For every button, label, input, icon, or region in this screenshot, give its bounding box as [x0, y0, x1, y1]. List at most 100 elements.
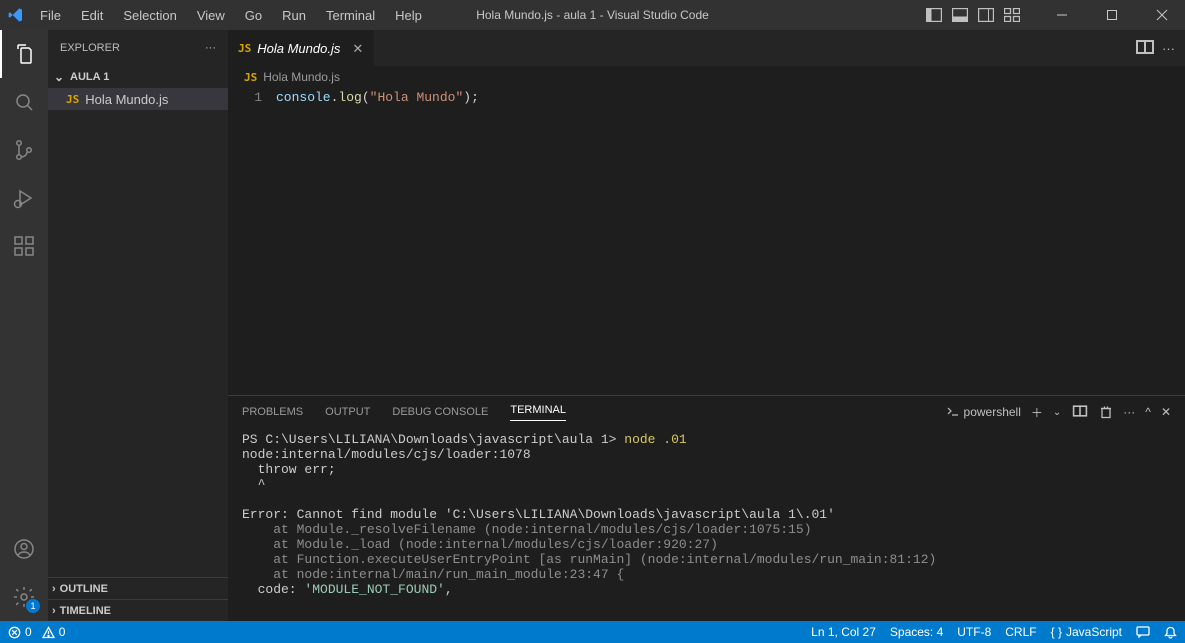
terminal-line: at Module._load (node:internal/modules/c…: [242, 537, 718, 552]
activity-settings[interactable]: 1: [0, 573, 48, 621]
terminal-code-tail: ,: [445, 582, 453, 597]
terminal-line: throw err;: [242, 462, 336, 477]
window-minimize-button[interactable]: [1039, 0, 1085, 30]
status-errors[interactable]: 0 0: [8, 625, 65, 639]
outline-label: OUTLINE: [60, 583, 108, 595]
menu-selection[interactable]: Selection: [115, 4, 184, 27]
panel-close-icon[interactable]: ✕: [1161, 405, 1171, 419]
terminal-line: node:internal/modules/cjs/loader:1078: [242, 447, 531, 462]
warnings-count: 0: [59, 625, 66, 639]
menu-run[interactable]: Run: [274, 4, 314, 27]
activity-source-control[interactable]: [0, 126, 48, 174]
folder-name: AULA 1: [70, 71, 109, 83]
layout-toggle-right-icon[interactable]: [975, 4, 997, 26]
file-item[interactable]: JS Hola Mundo.js: [48, 88, 228, 110]
js-file-icon: JS: [238, 42, 251, 55]
activity-search[interactable]: [0, 78, 48, 126]
folder-header[interactable]: ⌄ AULA 1: [48, 66, 228, 88]
status-spaces[interactable]: Spaces: 4: [890, 625, 943, 639]
breadcrumb[interactable]: JS Hola Mundo.js: [228, 66, 1185, 88]
tab-label: Hola Mundo.js: [257, 41, 340, 56]
panel-tab-problems[interactable]: PROBLEMS: [242, 406, 303, 418]
language-label: JavaScript: [1066, 625, 1122, 639]
window-close-button[interactable]: [1139, 0, 1185, 30]
chevron-down-icon[interactable]: ⌄: [1053, 407, 1061, 418]
terminal-profile[interactable]: powershell: [946, 405, 1021, 419]
timeline-section[interactable]: › TIMELINE: [48, 599, 228, 621]
menu-file[interactable]: File: [32, 4, 69, 27]
layout-toggle-left-icon[interactable]: [923, 4, 945, 26]
code-line: console.log("Hola Mundo");: [276, 88, 479, 105]
panel: PROBLEMS OUTPUT DEBUG CONSOLE TERMINAL p…: [228, 395, 1185, 621]
menu-edit[interactable]: Edit: [73, 4, 111, 27]
panel-tabs: PROBLEMS OUTPUT DEBUG CONSOLE TERMINAL p…: [228, 396, 1185, 428]
status-language[interactable]: { } JavaScript: [1051, 625, 1122, 639]
menu-terminal[interactable]: Terminal: [318, 4, 383, 27]
menu-help[interactable]: Help: [387, 4, 430, 27]
menu-view[interactable]: View: [189, 4, 233, 27]
chevron-right-icon: ›: [52, 605, 56, 617]
split-editor-icon[interactable]: [1136, 40, 1154, 57]
terminal-line: at Module._resolveFilename (node:interna…: [242, 522, 812, 537]
errors-count: 0: [25, 625, 32, 639]
status-feedback-icon[interactable]: [1136, 626, 1150, 638]
timeline-label: TIMELINE: [60, 605, 111, 617]
file-tree: JS Hola Mundo.js: [48, 88, 228, 577]
settings-badge: 1: [26, 599, 40, 613]
layout-toggle-bottom-icon[interactable]: [949, 4, 971, 26]
status-notifications-icon[interactable]: [1164, 626, 1177, 639]
status-ln-col[interactable]: Ln 1, Col 27: [811, 625, 876, 639]
window-title: Hola Mundo.js - aula 1 - Visual Studio C…: [476, 8, 709, 22]
tab-close-icon[interactable]: ✕: [352, 41, 363, 57]
vscode-logo-icon: [8, 7, 24, 23]
panel-tab-debug[interactable]: DEBUG CONSOLE: [392, 406, 488, 418]
activity-extensions[interactable]: [0, 222, 48, 270]
terminal-line: ^: [242, 477, 265, 492]
activity-accounts[interactable]: [0, 525, 48, 573]
terminal-kill-icon[interactable]: [1099, 405, 1113, 419]
status-encoding[interactable]: UTF-8: [957, 625, 991, 639]
terminal-line: Error: Cannot find module 'C:\Users\LILI…: [242, 507, 835, 522]
line-number: 1: [228, 90, 262, 105]
terminal-code-label: code:: [242, 582, 304, 597]
sidebar: EXPLORER ··· ⌄ AULA 1 JS Hola Mundo.js ›…: [48, 30, 228, 621]
status-bar: 0 0 Ln 1, Col 27 Spaces: 4 UTF-8 CRLF { …: [0, 621, 1185, 643]
tabs-bar: JS Hola Mundo.js ✕ ···: [228, 30, 1185, 66]
window-maximize-button[interactable]: [1089, 0, 1135, 30]
js-file-icon: JS: [244, 71, 257, 84]
breadcrumb-label: Hola Mundo.js: [263, 70, 340, 84]
line-gutter: 1: [228, 88, 276, 395]
terminal-new-icon[interactable]: ＋: [1031, 404, 1043, 421]
prompt-prefix: PS C:\Users\LILIANA\Downloads\javascript…: [242, 432, 624, 447]
chevron-right-icon: ›: [52, 583, 56, 595]
terminal-profile-label: powershell: [964, 405, 1021, 419]
menu-go[interactable]: Go: [237, 4, 270, 27]
panel-more-icon[interactable]: ···: [1123, 405, 1135, 419]
activity-bar: 1: [0, 30, 48, 621]
terminal-body[interactable]: PS C:\Users\LILIANA\Downloads\javascript…: [228, 428, 1185, 621]
terminal-split-icon[interactable]: [1071, 404, 1089, 421]
braces-icon: { }: [1051, 625, 1062, 639]
terminal-line: at node:internal/main/run_main_module:23…: [242, 567, 624, 582]
menu-bar: File Edit Selection View Go Run Terminal…: [32, 4, 430, 27]
explorer-more-icon[interactable]: ···: [205, 42, 216, 54]
terminal-code-value: 'MODULE_NOT_FOUND': [304, 582, 444, 597]
status-eol[interactable]: CRLF: [1005, 625, 1036, 639]
panel-tab-terminal[interactable]: TERMINAL: [510, 404, 566, 421]
code-editor[interactable]: 1 console.log("Hola Mundo");: [228, 88, 1185, 395]
outline-section[interactable]: › OUTLINE: [48, 577, 228, 599]
panel-maximize-icon[interactable]: ^: [1145, 405, 1151, 419]
file-label: Hola Mundo.js: [85, 92, 168, 107]
title-bar: File Edit Selection View Go Run Terminal…: [0, 0, 1185, 30]
panel-tab-output[interactable]: OUTPUT: [325, 406, 370, 418]
activity-explorer[interactable]: [0, 30, 48, 78]
prompt-cmd: node .01: [624, 432, 686, 447]
editor-more-icon[interactable]: ···: [1162, 41, 1175, 56]
js-file-icon: JS: [66, 93, 79, 106]
editor-tab[interactable]: JS Hola Mundo.js ✕: [228, 30, 374, 66]
sidebar-title: EXPLORER: [60, 42, 120, 54]
chevron-down-icon: ⌄: [52, 70, 66, 84]
editor-group: JS Hola Mundo.js ✕ ··· JS Hola Mundo.js …: [228, 30, 1185, 621]
activity-debug[interactable]: [0, 174, 48, 222]
layout-customize-icon[interactable]: [1001, 4, 1023, 26]
